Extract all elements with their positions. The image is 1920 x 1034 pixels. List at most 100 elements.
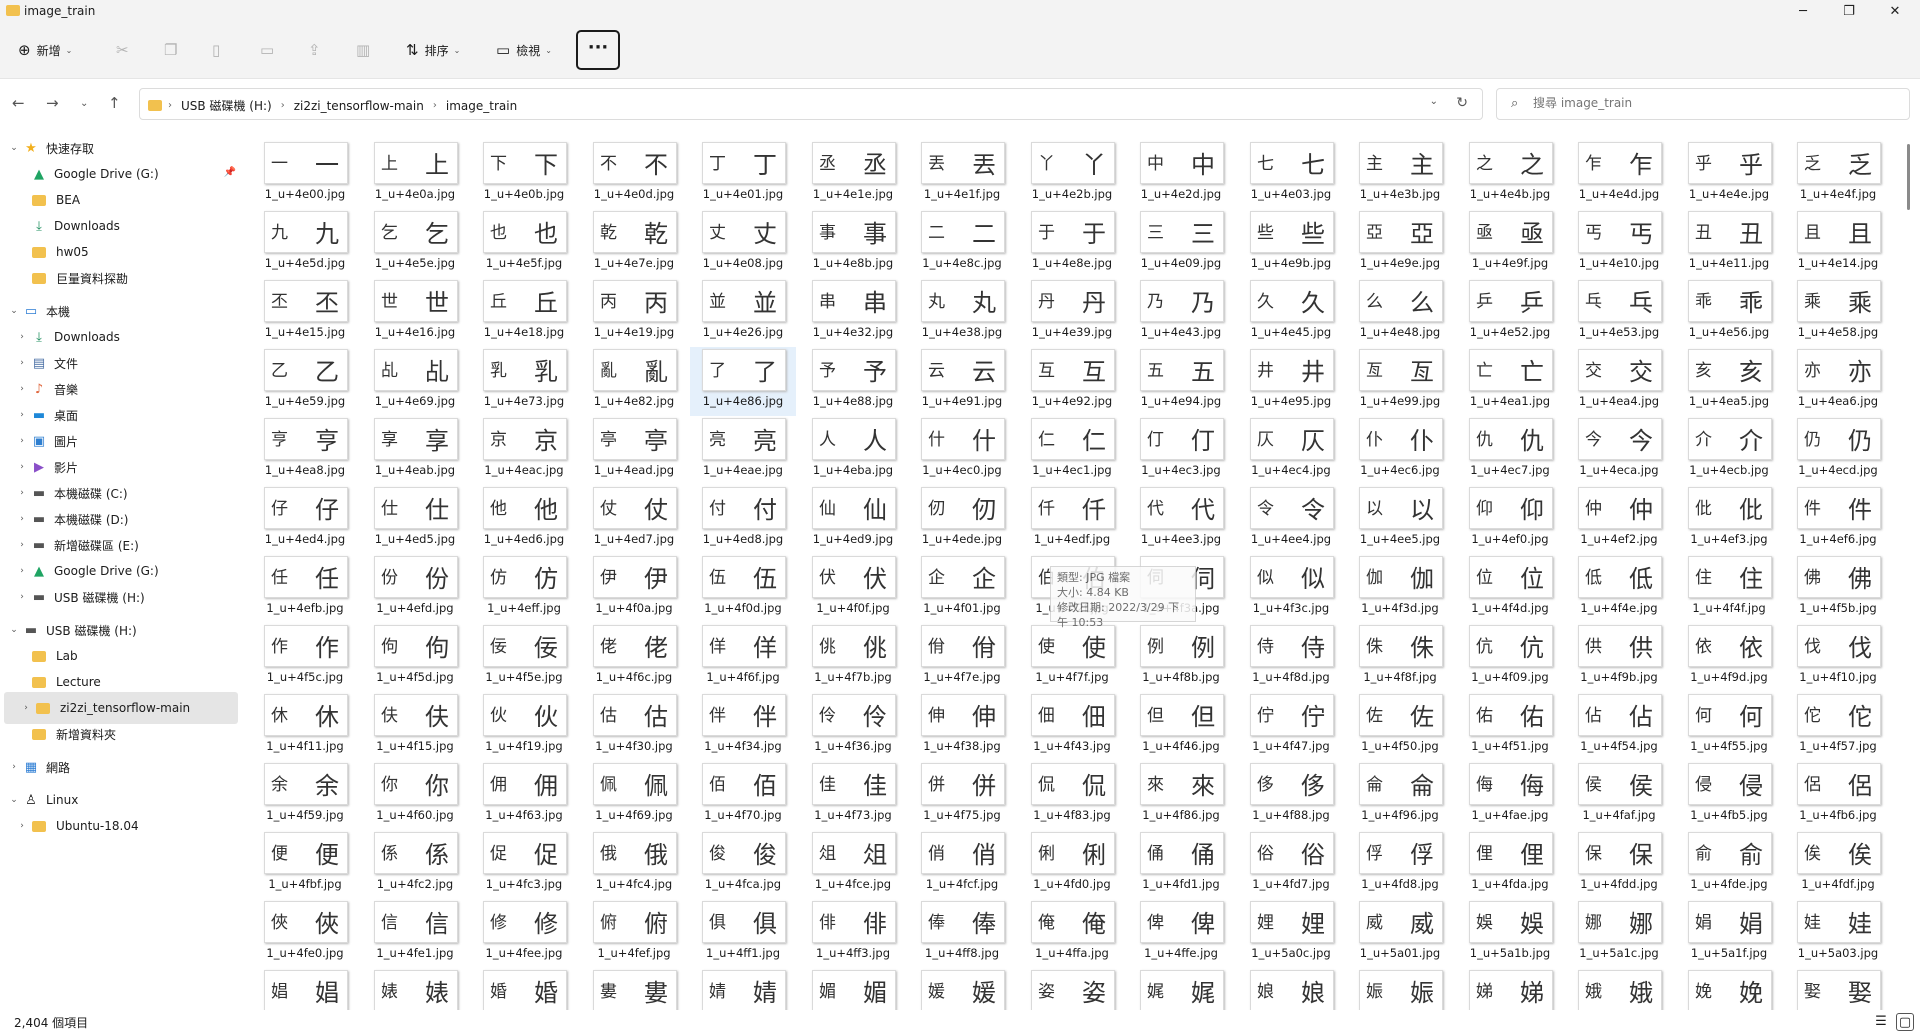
file-item[interactable]: 亡亡 1_u+4ea1.jpg	[1457, 347, 1563, 416]
file-item[interactable]: 乃乃 1_u+4e43.jpg	[1128, 278, 1234, 347]
file-item[interactable]: 予予 1_u+4e88.jpg	[800, 347, 906, 416]
file-item[interactable]: 何何 1_u+4f55.jpg	[1676, 692, 1782, 761]
file-item[interactable]: 丘丘 1_u+4e18.jpg	[471, 278, 577, 347]
file-item[interactable]: 一一 1_u+4e00.jpg	[252, 140, 358, 209]
file-item[interactable]: 人人 1_u+4eba.jpg	[800, 416, 906, 485]
file-item[interactable]: 俏俏 1_u+4fcf.jpg	[909, 830, 1015, 899]
delete-button[interactable]: ▥	[356, 36, 376, 64]
file-item[interactable]: 件件 1_u+4ef6.jpg	[1785, 485, 1891, 554]
file-item[interactable]: 娟娟 1_u+5a1f.jpg	[1676, 899, 1782, 968]
file-item[interactable]: 佛佛 1_u+4f5b.jpg	[1785, 554, 1891, 623]
file-item[interactable]: 俎俎 1_u+4fce.jpg	[800, 830, 906, 899]
refresh-icon[interactable]: ↻	[1456, 95, 1468, 111]
file-item[interactable]: 乏乏 1_u+4e4f.jpg	[1785, 140, 1891, 209]
sidebar-item[interactable]: › ▦ 網路	[0, 751, 244, 783]
file-item[interactable]: 么么 1_u+4e48.jpg	[1347, 278, 1453, 347]
address-bar[interactable]: › USB 磁碟機 (H:) › zi2zi_tensorflow-main ›…	[139, 88, 1483, 120]
file-item[interactable]: 亨亨 1_u+4ea8.jpg	[252, 416, 358, 485]
file-item[interactable]: 互互 1_u+4e92.jpg	[1019, 347, 1125, 416]
file-item[interactable]: 乖乖 1_u+4e56.jpg	[1676, 278, 1782, 347]
file-item[interactable]: 例例 1_u+4f8b.jpg	[1128, 623, 1234, 692]
file-item[interactable]: 位位 1_u+4f4d.jpg	[1457, 554, 1563, 623]
file-item[interactable]: 娌娌 1_u+5a0c.jpg	[1238, 899, 1344, 968]
file-item[interactable]: 丞丞 1_u+4e1e.jpg	[800, 140, 906, 209]
expand-right-icon[interactable]: ›	[14, 332, 30, 342]
file-item[interactable]: 丐丐 1_u+4e10.jpg	[1566, 209, 1672, 278]
more-options-button[interactable]: ···	[576, 30, 620, 70]
new-button[interactable]: ⊕ 新增 ⌄	[18, 36, 72, 64]
file-item[interactable]: 婚婚	[471, 968, 577, 1010]
file-item[interactable]: 伐伐 1_u+4f10.jpg	[1785, 623, 1891, 692]
file-item[interactable]: 俄俄 1_u+4fc4.jpg	[581, 830, 687, 899]
file-item[interactable]: 仄仄 1_u+4ec4.jpg	[1238, 416, 1344, 485]
recent-locations-chevron-icon[interactable]: ⌄	[80, 98, 88, 109]
expand-down-icon[interactable]: ⌄	[6, 625, 22, 635]
expand-right-icon[interactable]: ›	[14, 566, 30, 576]
file-item[interactable]: 併併 1_u+4f75.jpg	[909, 761, 1015, 830]
file-item[interactable]: 企企 1_u+4f01.jpg	[909, 554, 1015, 623]
file-item[interactable]: 乘乘 1_u+4e58.jpg	[1785, 278, 1891, 347]
file-item[interactable]: 住住 1_u+4f4f.jpg	[1676, 554, 1782, 623]
file-item[interactable]: 不不 1_u+4e0d.jpg	[581, 140, 687, 209]
file-item[interactable]: 了了 1_u+4e86.jpg	[690, 347, 796, 416]
vertical-scrollbar[interactable]	[1906, 140, 1912, 1010]
file-item[interactable]: 下下 1_u+4e0b.jpg	[471, 140, 577, 209]
file-item[interactable]: 久久 1_u+4e45.jpg	[1238, 278, 1344, 347]
file-item[interactable]: 些些 1_u+4e9b.jpg	[1238, 209, 1344, 278]
expand-right-icon[interactable]: ›	[14, 436, 30, 446]
file-item[interactable]: 伶伶 1_u+4f36.jpg	[800, 692, 906, 761]
file-item[interactable]: 亦亦 1_u+4ea6.jpg	[1785, 347, 1891, 416]
file-item[interactable]: 佔佔 1_u+4f54.jpg	[1566, 692, 1672, 761]
file-item[interactable]: 侮侮 1_u+4fae.jpg	[1457, 761, 1563, 830]
file-item[interactable]: 係係 1_u+4fc2.jpg	[362, 830, 468, 899]
file-item[interactable]: 介介 1_u+4ecb.jpg	[1676, 416, 1782, 485]
file-item[interactable]: 佳佳 1_u+4f73.jpg	[800, 761, 906, 830]
search-box[interactable]: ⌕	[1496, 88, 1910, 120]
file-item[interactable]: 佩佩 1_u+4f69.jpg	[581, 761, 687, 830]
file-item[interactable]: 乾乾 1_u+4e7e.jpg	[581, 209, 687, 278]
file-item[interactable]: 丁丁 1_u+4e01.jpg	[690, 140, 796, 209]
file-item[interactable]: 乞乞 1_u+4e5e.jpg	[362, 209, 468, 278]
copy-button[interactable]: ❐	[164, 36, 183, 64]
file-item[interactable]: 伊伊 1_u+4f0a.jpg	[581, 554, 687, 623]
file-item[interactable]: 亂亂 1_u+4e82.jpg	[581, 347, 687, 416]
file-item[interactable]: 丹丹 1_u+4e39.jpg	[1019, 278, 1125, 347]
file-item[interactable]: 仳仳 1_u+4ef3.jpg	[1676, 485, 1782, 554]
file-item[interactable]: 依依 1_u+4f9d.jpg	[1676, 623, 1782, 692]
file-item[interactable]: 五五 1_u+4e94.jpg	[1128, 347, 1234, 416]
file-item[interactable]: 娣娣	[1457, 968, 1563, 1010]
file-item[interactable]: 享享 1_u+4eab.jpg	[362, 416, 468, 485]
file-item[interactable]: 俸俸 1_u+4ff8.jpg	[909, 899, 1015, 968]
file-item[interactable]: 佬佬 1_u+4f6c.jpg	[581, 623, 687, 692]
file-item[interactable]: 亙亙 1_u+4e99.jpg	[1347, 347, 1453, 416]
file-item[interactable]: 來來 1_u+4f86.jpg	[1128, 761, 1234, 830]
file-item[interactable]: 使使 1_u+4f7f.jpg	[1019, 623, 1125, 692]
cut-button[interactable]: ✂	[116, 36, 135, 64]
file-item[interactable]: 信信 1_u+4fe1.jpg	[362, 899, 468, 968]
file-item[interactable]: 也也 1_u+4e5f.jpg	[471, 209, 577, 278]
file-item[interactable]: 俺俺 1_u+4ffa.jpg	[1019, 899, 1125, 968]
file-item[interactable]: 于于 1_u+4e8e.jpg	[1019, 209, 1125, 278]
expand-down-icon[interactable]: ⌄	[6, 143, 22, 153]
file-item[interactable]: 俳俳 1_u+4ff3.jpg	[800, 899, 906, 968]
file-item[interactable]: 亥亥 1_u+4ea5.jpg	[1676, 347, 1782, 416]
file-item[interactable]: 伸伸 1_u+4f38.jpg	[909, 692, 1015, 761]
file-item[interactable]: 供供 1_u+4f9b.jpg	[1566, 623, 1672, 692]
file-item[interactable]: 丫丫 1_u+4e2b.jpg	[1019, 140, 1125, 209]
file-item[interactable]: 低低 1_u+4f4e.jpg	[1566, 554, 1672, 623]
file-item[interactable]: 中中 1_u+4e2d.jpg	[1128, 140, 1234, 209]
file-item[interactable]: 丟丟 1_u+4e1f.jpg	[909, 140, 1015, 209]
file-item[interactable]: 丸丸 1_u+4e38.jpg	[909, 278, 1015, 347]
file-item[interactable]: 井井 1_u+4e95.jpg	[1238, 347, 1344, 416]
file-item[interactable]: 俞俞 1_u+4fde.jpg	[1676, 830, 1782, 899]
file-item[interactable]: 丙丙 1_u+4e19.jpg	[581, 278, 687, 347]
file-item[interactable]: 代代 1_u+4ee3.jpg	[1128, 485, 1234, 554]
file-item[interactable]: 侍侍 1_u+4f8d.jpg	[1238, 623, 1344, 692]
up-arrow-icon[interactable]: ↑	[108, 94, 121, 112]
file-item[interactable]: 娛娛 1_u+5a1b.jpg	[1457, 899, 1563, 968]
details-view-icon[interactable]: ☰	[1872, 1013, 1890, 1031]
file-item[interactable]: 娥娥	[1566, 968, 1672, 1010]
file-item[interactable]: 七七 1_u+4e03.jpg	[1238, 140, 1344, 209]
breadcrumb-zi2zi[interactable]: zi2zi_tensorflow-main	[294, 99, 424, 113]
file-item[interactable]: 仍仍 1_u+4ecd.jpg	[1785, 416, 1891, 485]
